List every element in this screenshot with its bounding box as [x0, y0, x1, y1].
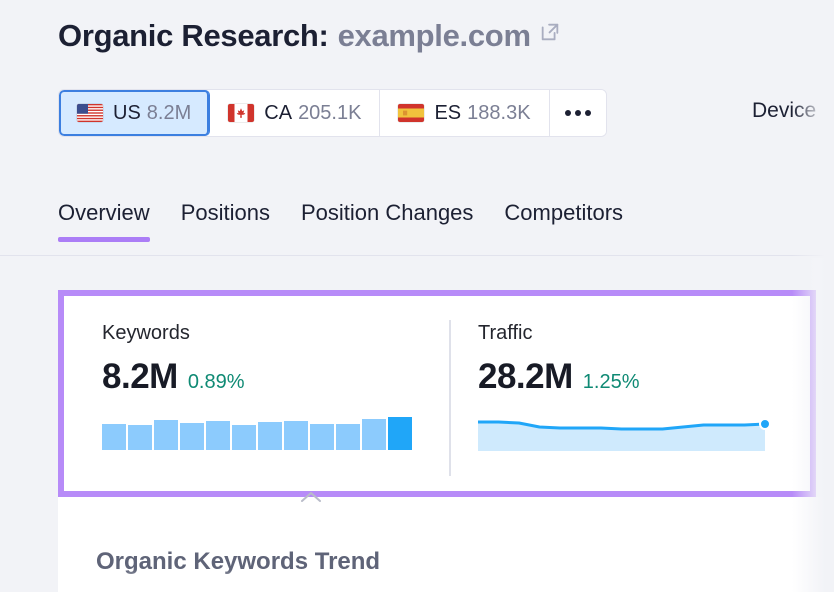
keywords-bar — [154, 420, 178, 450]
keywords-bar — [258, 422, 282, 450]
tab-competitors[interactable]: Competitors — [504, 200, 623, 242]
ellipsis-icon — [565, 110, 591, 116]
app-root: Organic Research: example.com — [0, 0, 834, 592]
ca-flag — [228, 104, 254, 122]
keywords-bar — [102, 424, 126, 450]
traffic-label: Traffic — [478, 322, 810, 345]
tab-overview[interactable]: Overview — [58, 200, 150, 242]
organic-keywords-trend-section — [58, 497, 834, 592]
tab-bar[interactable]: Overview Positions Position Changes Comp… — [58, 200, 623, 242]
traffic-panel[interactable]: Traffic 28.2M 1.25% — [434, 296, 810, 491]
tab-position-changes[interactable]: Position Changes — [301, 200, 473, 242]
keywords-bar — [362, 419, 386, 450]
keywords-sparkline-bars — [102, 415, 434, 450]
traffic-value: 28.2M — [478, 357, 573, 397]
es-flag — [398, 104, 424, 122]
country-chip-es-code: ES — [434, 102, 461, 125]
page-title-prefix: Organic Research: — [58, 18, 329, 54]
page-title-domain: example.com — [338, 18, 531, 54]
tab-bar-divider — [0, 255, 834, 256]
country-chip-ca[interactable]: CA 205.1K — [210, 90, 380, 136]
keywords-bar — [310, 424, 334, 450]
keywords-delta: 0.89% — [188, 371, 245, 394]
keywords-bar — [206, 421, 230, 450]
traffic-delta: 1.25% — [583, 371, 640, 394]
keywords-bar — [180, 423, 204, 450]
external-link-icon[interactable] — [539, 21, 561, 48]
country-chip-ca-code: CA — [264, 102, 292, 125]
caret-up-icon — [300, 489, 322, 507]
organic-keywords-trend-title: Organic Keywords Trend — [96, 548, 380, 576]
traffic-sparkline-area — [478, 417, 774, 451]
country-chip-ca-value: 205.1K — [298, 102, 361, 125]
country-filter-group[interactable]: US 8.2M CA 205.1K — [58, 89, 607, 137]
country-chip-us-value: 8.2M — [147, 102, 191, 125]
metrics-highlight-card: Keywords 8.2M 0.89% Traffic 28.2M 1.25% — [58, 290, 816, 497]
keywords-bar — [388, 417, 412, 450]
keywords-bar — [128, 425, 152, 450]
country-chip-es[interactable]: ES 188.3K — [380, 90, 549, 136]
keywords-value: 8.2M — [102, 357, 178, 397]
country-chip-es-value: 188.3K — [467, 102, 530, 125]
country-chip-us[interactable]: US 8.2M — [59, 90, 210, 136]
us-flag — [77, 104, 103, 122]
left-background-strip — [0, 497, 58, 592]
device-filter[interactable]: Device — [752, 99, 816, 123]
keywords-bar — [336, 424, 360, 450]
keywords-bar — [232, 425, 256, 450]
keywords-label: Keywords — [102, 322, 434, 345]
country-chip-us-code: US — [113, 102, 141, 125]
tab-positions[interactable]: Positions — [181, 200, 270, 242]
keywords-panel[interactable]: Keywords 8.2M 0.89% — [64, 296, 434, 491]
keywords-bar — [284, 421, 308, 450]
traffic-end-marker — [760, 419, 770, 429]
page-title: Organic Research: example.com — [58, 18, 561, 54]
country-more-button[interactable] — [550, 90, 606, 136]
